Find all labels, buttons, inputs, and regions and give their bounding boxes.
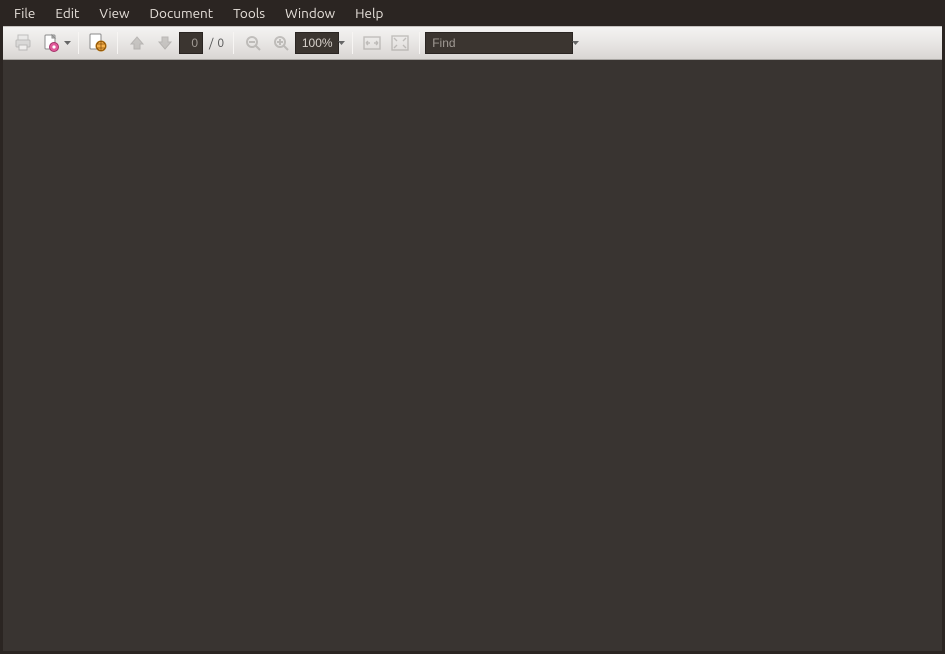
- toolbar: / 0: [3, 26, 942, 60]
- menu-edit[interactable]: Edit: [45, 1, 89, 25]
- page-number-input[interactable]: [179, 32, 203, 54]
- zoom-dropdown[interactable]: [337, 41, 345, 46]
- separator: [117, 32, 118, 54]
- separator: [233, 32, 234, 54]
- menu-tools[interactable]: Tools: [223, 1, 275, 25]
- fit-page-button[interactable]: [386, 29, 414, 57]
- print-button[interactable]: [9, 29, 37, 57]
- create-pdf-from-web-button[interactable]: [84, 29, 112, 57]
- menu-file[interactable]: File: [4, 1, 45, 25]
- find-input[interactable]: [425, 32, 573, 54]
- chevron-down-icon: [338, 41, 345, 46]
- zoom-out-button[interactable]: [239, 29, 267, 57]
- separator: [352, 32, 353, 54]
- zoom-in-button[interactable]: [267, 29, 295, 57]
- convert-document-icon: [41, 33, 61, 53]
- page-up-button[interactable]: [123, 29, 151, 57]
- menu-view[interactable]: View: [89, 1, 139, 25]
- separator: [419, 32, 420, 54]
- fit-width-icon: [362, 34, 382, 52]
- web-document-icon: [87, 32, 109, 54]
- menu-document[interactable]: Document: [140, 1, 224, 25]
- chevron-down-icon: [572, 41, 579, 46]
- fit-page-icon: [390, 34, 410, 52]
- menu-window[interactable]: Window: [275, 1, 345, 25]
- arrow-down-icon: [156, 34, 174, 52]
- page-separator: /: [203, 37, 217, 50]
- fit-width-button[interactable]: [358, 29, 386, 57]
- menubar: File Edit View Document Tools Window Hel…: [0, 0, 945, 26]
- zoom-in-icon: [272, 34, 290, 52]
- document-area: [3, 60, 942, 651]
- find-dropdown[interactable]: [571, 41, 579, 46]
- print-icon: [13, 33, 33, 53]
- arrow-up-icon: [128, 34, 146, 52]
- separator: [78, 32, 79, 54]
- zoom-input[interactable]: [295, 32, 339, 54]
- convert-document-button[interactable]: [37, 29, 65, 57]
- page-total: 0: [217, 37, 228, 50]
- page-down-button[interactable]: [151, 29, 179, 57]
- zoom-out-icon: [244, 34, 262, 52]
- menu-help[interactable]: Help: [345, 1, 393, 25]
